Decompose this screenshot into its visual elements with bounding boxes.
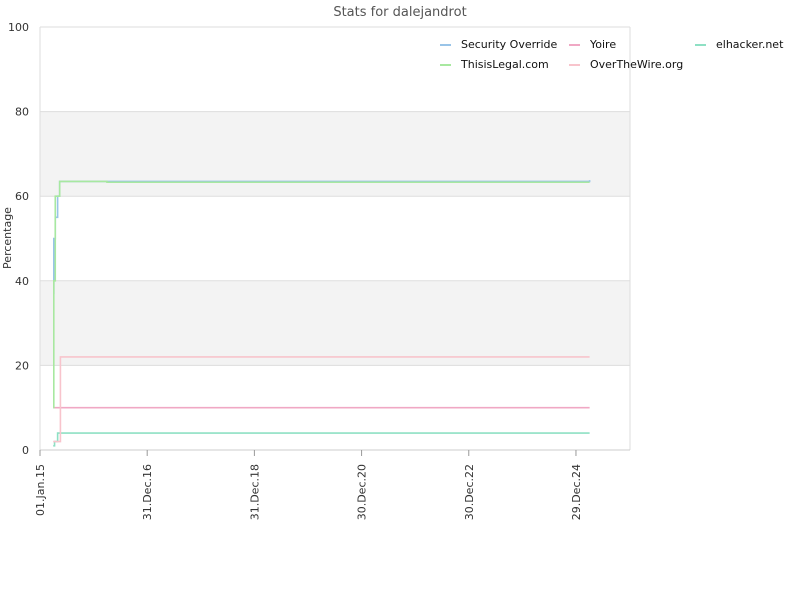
x-tick-label: 29.Dec.24 [570,464,583,520]
x-tick-label: 30.Dec.22 [463,464,476,520]
series-line-1 [53,180,591,295]
series-line-3 [53,432,590,447]
legend-entry: elhacker.net [716,38,784,51]
plot-bands [40,111,630,366]
legend-entry: Yoire [589,38,616,51]
legend: Security Override Yoire elhacker.net Thisis… [440,38,784,71]
plot-band [40,280,630,366]
x-tick-label: 30.Dec.20 [356,464,369,520]
legend-entry: Security Override [461,38,557,51]
y-tick-label: 60 [15,190,29,203]
y-tick-label: 80 [15,106,29,119]
axes [39,27,631,451]
legend-entry: OverTheWire.org [590,58,683,71]
x-tick-labels: 01.Jan.15 31.Dec.16 31.Dec.18 30.Dec.20 30.D… [34,450,583,520]
y-axis-label: Percentage [1,207,14,269]
chart-title: Stats for dalejandrot [333,5,466,20]
grid-lines [40,26,630,451]
plot-band [40,111,630,197]
y-tick-label: 0 [22,444,29,457]
y-tick-label: 40 [15,275,29,288]
line-chart: 0 20 40 60 80 100 01.Jan.15 31.Dec.16 31.Dec.18… [1,5,784,520]
series-line-5 [53,356,590,443]
x-tick-label: 31.Dec.18 [248,464,261,520]
legend-entry: ThisisLegal.com [460,58,549,71]
x-tick-label: 31.Dec.16 [141,464,154,520]
y-tick-label: 20 [15,359,29,372]
x-tick-label: 01.Jan.15 [34,464,47,516]
y-tick-label: 100 [8,21,29,34]
